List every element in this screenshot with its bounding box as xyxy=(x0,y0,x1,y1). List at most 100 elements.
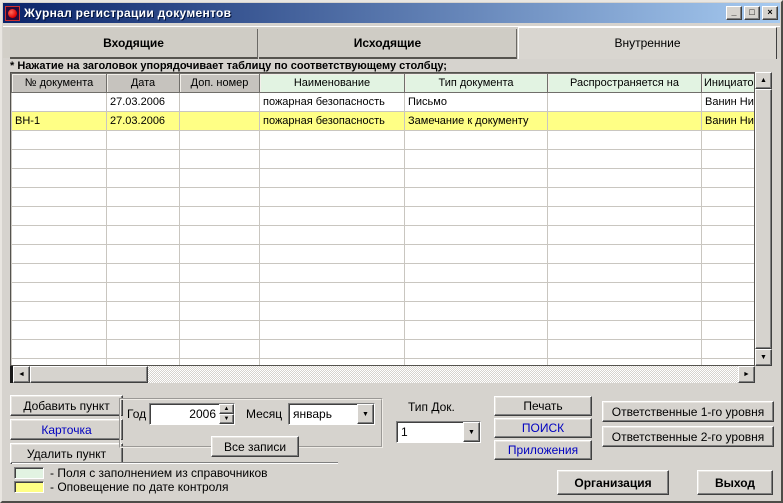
table-cell[interactable] xyxy=(12,188,107,207)
responsible-level1-button[interactable]: Ответственные 1-го уровня xyxy=(602,401,774,422)
table-cell[interactable] xyxy=(107,283,180,302)
doc-type-dropdown[interactable]: 1 ▼ xyxy=(396,421,481,443)
table-cell[interactable] xyxy=(702,169,755,188)
month-dropdown[interactable]: январь ▼ xyxy=(288,403,375,425)
table-cell[interactable] xyxy=(405,207,548,226)
table-cell[interactable] xyxy=(702,283,755,302)
table-cell[interactable] xyxy=(405,226,548,245)
vertical-scrollbar[interactable]: ▲ ▼ xyxy=(755,72,772,366)
scroll-up-icon[interactable]: ▲ xyxy=(755,72,772,89)
table-cell[interactable] xyxy=(405,169,548,188)
column-header-name[interactable]: Наименование xyxy=(260,74,405,93)
table-cell[interactable] xyxy=(260,169,405,188)
app-icon[interactable] xyxy=(5,6,20,21)
table-row[interactable] xyxy=(12,340,755,359)
table-cell[interactable] xyxy=(12,340,107,359)
delete-item-button[interactable]: Удалить пункт xyxy=(10,443,123,464)
table-cell[interactable] xyxy=(260,321,405,340)
table-cell[interactable] xyxy=(12,150,107,169)
table-cell[interactable] xyxy=(260,207,405,226)
maximize-button[interactable]: □ xyxy=(744,6,760,20)
table-cell[interactable] xyxy=(548,321,702,340)
horizontal-scrollbar-thumb[interactable] xyxy=(30,366,148,383)
table-cell[interactable] xyxy=(260,226,405,245)
table-cell[interactable] xyxy=(12,321,107,340)
table-cell[interactable] xyxy=(548,188,702,207)
table-cell[interactable] xyxy=(180,340,260,359)
table-cell[interactable] xyxy=(260,264,405,283)
table-cell[interactable] xyxy=(548,93,702,112)
table-cell[interactable] xyxy=(107,321,180,340)
table-cell[interactable] xyxy=(12,245,107,264)
minimize-button[interactable]: _ xyxy=(726,6,742,20)
table-cell[interactable] xyxy=(260,188,405,207)
table-cell[interactable] xyxy=(180,207,260,226)
table-row[interactable] xyxy=(12,245,755,264)
column-header-doc-type[interactable]: Тип документа xyxy=(405,74,548,93)
table-cell[interactable] xyxy=(548,150,702,169)
horizontal-scrollbar[interactable]: ◄ ► xyxy=(10,366,755,383)
table-cell[interactable] xyxy=(260,245,405,264)
month-dropdown-icon[interactable]: ▼ xyxy=(357,404,374,424)
all-records-button[interactable]: Все записи xyxy=(211,436,299,457)
table-row[interactable] xyxy=(12,207,755,226)
table-cell[interactable] xyxy=(107,150,180,169)
organization-button[interactable]: Организация xyxy=(557,470,669,495)
table-row[interactable] xyxy=(12,283,755,302)
table-cell[interactable] xyxy=(180,188,260,207)
table-cell[interactable] xyxy=(260,131,405,150)
table-cell[interactable] xyxy=(405,321,548,340)
table-cell[interactable]: ВН-2 xyxy=(12,93,107,112)
table-cell[interactable] xyxy=(702,245,755,264)
doc-type-dropdown-icon[interactable]: ▼ xyxy=(463,422,480,442)
table-cell[interactable] xyxy=(548,264,702,283)
table-cell[interactable] xyxy=(260,302,405,321)
table-cell[interactable] xyxy=(12,169,107,188)
table-cell[interactable] xyxy=(548,245,702,264)
add-item-button[interactable]: Добавить пункт xyxy=(10,395,123,416)
column-header-date[interactable]: Дата xyxy=(107,74,180,93)
table-cell[interactable] xyxy=(180,93,260,112)
year-spinner[interactable]: 2006 ▲ ▼ xyxy=(149,403,235,425)
horizontal-scrollbar-track[interactable] xyxy=(148,366,738,383)
scroll-left-icon[interactable]: ◄ xyxy=(13,366,30,383)
table-cell[interactable] xyxy=(180,359,260,367)
table-cell[interactable] xyxy=(12,302,107,321)
table-cell[interactable] xyxy=(12,131,107,150)
table-cell[interactable] xyxy=(548,207,702,226)
table-cell[interactable] xyxy=(548,226,702,245)
vertical-scrollbar-thumb[interactable] xyxy=(755,89,772,349)
table-cell[interactable] xyxy=(405,245,548,264)
table-cell[interactable] xyxy=(548,131,702,150)
table-cell[interactable]: Письмо xyxy=(405,93,548,112)
table-cell[interactable] xyxy=(405,264,548,283)
table-cell[interactable]: пожарная безопасность xyxy=(260,112,405,131)
title-bar[interactable]: Журнал регистрации документов _ □ × xyxy=(3,3,780,23)
attachments-button[interactable]: Приложения xyxy=(494,440,592,460)
table-cell[interactable] xyxy=(702,131,755,150)
table-cell[interactable] xyxy=(12,283,107,302)
table-cell[interactable] xyxy=(405,283,548,302)
table-cell[interactable] xyxy=(107,188,180,207)
table-cell[interactable] xyxy=(180,302,260,321)
table-cell[interactable] xyxy=(12,359,107,367)
table-cell[interactable] xyxy=(405,302,548,321)
column-header-doc-number[interactable]: № документа xyxy=(12,74,107,93)
close-button[interactable]: × xyxy=(762,6,778,20)
scroll-right-icon[interactable]: ► xyxy=(738,366,755,383)
table-row[interactable] xyxy=(12,264,755,283)
column-header-applies-to[interactable]: Распространяется на xyxy=(548,74,702,93)
table-row[interactable] xyxy=(12,302,755,321)
table-cell[interactable] xyxy=(260,150,405,169)
table-cell[interactable] xyxy=(405,340,548,359)
column-header-initiator[interactable]: Инициатор xyxy=(702,74,755,93)
table-cell[interactable] xyxy=(548,359,702,367)
year-value[interactable]: 2006 xyxy=(150,404,219,424)
table-cell[interactable] xyxy=(405,359,548,367)
table-cell[interactable] xyxy=(702,207,755,226)
table-cell[interactable] xyxy=(180,283,260,302)
table-cell[interactable] xyxy=(180,112,260,131)
table-cell[interactable] xyxy=(405,131,548,150)
table-cell[interactable] xyxy=(180,321,260,340)
table-cell[interactable] xyxy=(107,264,180,283)
